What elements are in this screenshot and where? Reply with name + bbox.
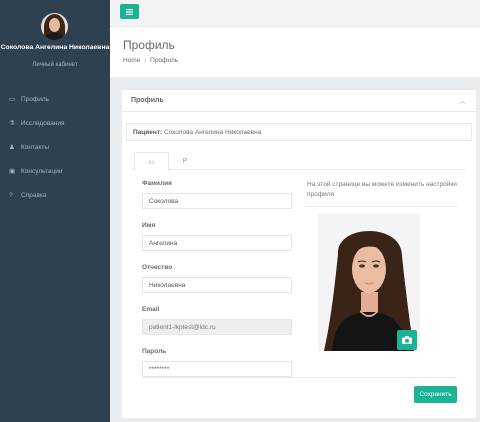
hint-divider <box>307 206 457 207</box>
photo-column: На этой странице вы можете изменить наст… <box>307 180 457 351</box>
email-field: patient1-lkptest@ldc.ru <box>142 319 292 335</box>
profile-form: Фамилия Соколова Имя Ангелина Отчество Н… <box>142 180 292 390</box>
user-role: Личный кабинет <box>32 62 78 68</box>
page-title: Профиль <box>123 38 175 52</box>
id-card-icon: ▭ <box>148 158 155 166</box>
breadcrumb-current: Профиль <box>150 57 179 64</box>
menu-toggle-button[interactable] <box>120 4 139 19</box>
profile-hint: На этой странице вы можете изменить наст… <box>307 181 457 198</box>
avatar[interactable] <box>41 13 68 40</box>
user-profile-block: Соколова Ангелина Николаевна Личный каби… <box>0 0 110 84</box>
sidebar-item-label: Консультации <box>21 167 63 175</box>
sidebar-item-label: Исследования <box>21 119 65 127</box>
last-name-label: Фамилия <box>142 180 172 187</box>
change-photo-button[interactable] <box>397 330 417 350</box>
tab-password[interactable]: P <box>174 152 196 171</box>
sidebar-item-consultations[interactable]: ▣ Консультации <box>0 159 110 183</box>
panel-title: Профиль <box>131 97 164 104</box>
breadcrumb: Home / Профиль <box>123 57 179 64</box>
hamburger-icon <box>126 8 133 15</box>
sidebar-nav: ▭ Профиль ⚗ Исследования ♟ Контакты ▣ Ко… <box>0 87 110 207</box>
question-icon: ? <box>9 191 13 199</box>
save-button[interactable]: Сохранить <box>414 386 457 403</box>
first-name-label: Имя <box>142 222 156 229</box>
breadcrumb-home-link[interactable]: Home <box>123 57 140 64</box>
briefcase-icon: ▣ <box>9 168 16 175</box>
chevron-up-icon[interactable]: ︿ <box>459 96 466 106</box>
patient-label: Пациент: <box>133 129 163 136</box>
sidebar-item-help[interactable]: ? Справка <box>0 183 110 207</box>
tab-profile[interactable]: ▭ <box>134 152 169 171</box>
panel-header: Профиль ︿ <box>122 90 476 112</box>
patronymic-label: Отчество <box>142 264 173 271</box>
email-label: Email <box>142 306 160 313</box>
sidebar-item-profile[interactable]: ▭ Профиль <box>0 87 110 111</box>
sidebar: Соколова Ангелина Николаевна Личный каби… <box>0 0 110 422</box>
profile-panel: Профиль ︿ Пациент: Соколова Ангелина Ник… <box>122 88 476 418</box>
first-name-field[interactable]: Ангелина <box>142 235 292 251</box>
password-field[interactable]: ******** <box>142 361 292 377</box>
id-card-icon: ▭ <box>9 96 16 103</box>
flask-icon: ⚗ <box>9 120 15 127</box>
sidebar-item-label: Справка <box>21 191 47 199</box>
sidebar-item-label: Профиль <box>21 95 50 103</box>
patient-name: Соколова Ангелина Николаевна <box>163 129 262 136</box>
sidebar-item-research[interactable]: ⚗ Исследования <box>0 111 110 135</box>
patient-info: Пациент: Соколова Ангелина Николаевна <box>126 123 472 141</box>
sidebar-item-contacts[interactable]: ♟ Контакты <box>0 135 110 159</box>
top-bar <box>110 0 480 27</box>
contacts-icon: ♟ <box>9 144 15 151</box>
profile-tabs: ▭ P <box>132 152 466 171</box>
user-name[interactable]: Соколова Ангелина Николаевна <box>0 43 110 52</box>
camera-icon <box>402 336 412 344</box>
sidebar-item-label: Контакты <box>21 143 50 151</box>
password-label: Пароль <box>142 348 167 355</box>
patronymic-field[interactable]: Николаевна <box>142 277 292 293</box>
last-name-field[interactable]: Соколова <box>142 193 292 209</box>
page-heading: Профиль Home / Профиль <box>110 27 480 77</box>
form-divider <box>142 377 456 378</box>
key-icon: P <box>182 158 188 165</box>
